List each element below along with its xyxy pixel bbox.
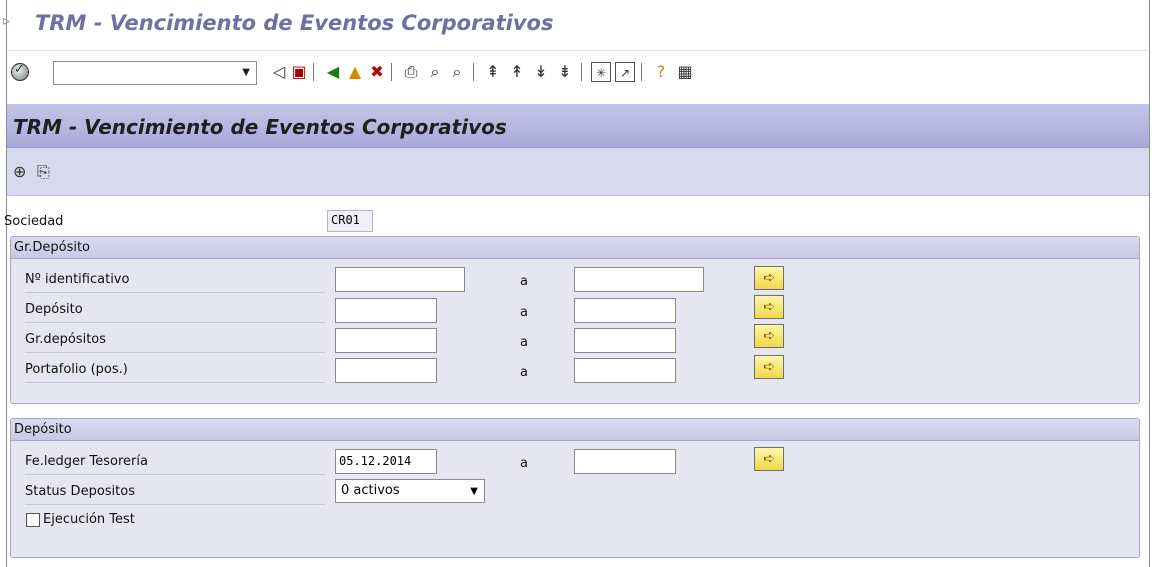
exit-icon[interactable]: ▲	[345, 62, 365, 82]
application-toolbar: ⊕ ⎘	[7, 148, 1149, 196]
previous-page-icon[interactable]: ↟	[507, 62, 527, 82]
execute-clock-icon[interactable]: ⊕	[13, 162, 26, 181]
next-page-icon[interactable]: ↡	[531, 62, 551, 82]
multiple-selection-button[interactable]: ➪	[754, 266, 784, 290]
window-title: TRM - Vencimiento de Eventos Corporativo…	[35, 11, 554, 35]
status-depositos-select[interactable]: 0 activos ▼	[335, 479, 485, 503]
multiple-selection-button[interactable]: ➪	[754, 324, 784, 348]
ejecucion-test-label: Ejecución Test	[43, 512, 135, 527]
range-to-label: a	[520, 274, 528, 289]
row-underline	[25, 292, 325, 293]
toolbar-separator	[473, 63, 474, 81]
group-header: Depósito	[11, 419, 1139, 441]
portafolio-from-field[interactable]	[335, 358, 437, 383]
status-depositos-label: Status Depositos	[25, 484, 135, 499]
toolbar-separator	[581, 63, 582, 81]
status-depositos-value: 0 activos	[341, 483, 400, 498]
arrow-right-icon: ➪	[763, 270, 775, 286]
gr-depositos-to-field[interactable]	[574, 328, 676, 353]
first-page-icon[interactable]: ⇞	[483, 62, 503, 82]
range-to-label: a	[520, 305, 528, 320]
deposito-from-field[interactable]	[335, 298, 437, 323]
arrow-right-icon: ➪	[763, 359, 775, 375]
row-label: Nº identificativo	[25, 272, 130, 287]
menu-arrow-icon[interactable]: ▹	[3, 13, 17, 33]
fe-ledger-to-field[interactable]	[574, 449, 676, 474]
back-icon[interactable]: ◀	[323, 62, 343, 82]
sociedad-label: Sociedad	[4, 214, 64, 229]
row-underline	[25, 352, 325, 353]
row-underline	[25, 382, 325, 383]
group-title: Depósito	[14, 422, 72, 437]
row-underline	[25, 474, 325, 475]
window-title-bar: ▹ TRM - Vencimiento de Eventos Corporati…	[3, 0, 1149, 50]
sociedad-field[interactable]: CR01	[327, 210, 373, 232]
deposito-to-field[interactable]	[574, 298, 676, 323]
find-icon[interactable]: ⌕	[425, 62, 445, 82]
ejecucion-test-checkbox[interactable]	[26, 513, 40, 527]
screen-header: TRM - Vencimiento de Eventos Corporativo…	[7, 104, 1149, 148]
find-next-icon[interactable]: ⌕	[447, 62, 467, 82]
group-title: Gr.Depósito	[14, 240, 91, 255]
save-icon[interactable]: ▣	[289, 62, 309, 82]
row-label: Portafolio (pos.)	[25, 362, 128, 377]
print-icon[interactable]: ⎙	[401, 62, 421, 82]
help-icon[interactable]: ?	[651, 62, 671, 82]
gr-depositos-from-field[interactable]	[335, 328, 437, 353]
range-to-label: a	[520, 335, 528, 350]
cancel-icon[interactable]: ✖	[367, 62, 387, 82]
group-gr-deposito: Gr.Depósito Nº identificativo a ➪ Depósi…	[10, 236, 1140, 404]
arrow-right-icon: ➪	[763, 451, 775, 467]
group-header: Gr.Depósito	[11, 237, 1139, 259]
shortcut-icon[interactable]: ↗	[615, 62, 635, 82]
identificativo-from-field[interactable]	[335, 267, 465, 292]
fe-ledger-from-field[interactable]: 05.12.2014	[335, 449, 437, 474]
selection-screen: Sociedad CR01 Gr.Depósito Nº identificat…	[4, 196, 1149, 567]
system-toolbar: ▼ ◁ ▣ ◀ ▲ ✖ ⎙ ⌕ ⌕ ⇞ ↟ ↡ ⇟ ✳ ↗ ? ▦	[7, 50, 1149, 94]
new-session-icon[interactable]: ✳	[591, 62, 611, 82]
range-to-label: a	[520, 365, 528, 380]
fe-ledger-label: Fe.ledger Tesorería	[25, 454, 148, 469]
multiple-selection-button[interactable]: ➪	[754, 447, 784, 471]
get-variant-icon[interactable]: ⎘	[37, 162, 50, 182]
row-label: Gr.depósitos	[25, 332, 107, 347]
toolbar-separator	[641, 63, 642, 81]
range-to-label: a	[520, 456, 528, 471]
screen-title: TRM - Vencimiento de Eventos Corporativo…	[13, 115, 507, 139]
group-deposito: Depósito Fe.ledger Tesorería 05.12.2014 …	[10, 418, 1140, 558]
identificativo-to-field[interactable]	[574, 267, 704, 292]
arrow-right-icon: ➪	[763, 328, 775, 344]
multiple-selection-button[interactable]: ➪	[754, 295, 784, 319]
arrow-right-icon: ➪	[763, 299, 775, 315]
last-page-icon[interactable]: ⇟	[555, 62, 575, 82]
chevron-down-icon[interactable]: ▼	[470, 486, 478, 497]
chevron-down-icon[interactable]: ▼	[242, 67, 250, 78]
enter-check-icon[interactable]	[11, 62, 29, 81]
row-underline	[25, 322, 325, 323]
collapse-arrow-icon[interactable]: ◁	[269, 62, 289, 82]
command-field[interactable]: ▼	[53, 61, 257, 85]
portafolio-to-field[interactable]	[574, 358, 676, 383]
row-label: Depósito	[25, 302, 83, 317]
multiple-selection-button[interactable]: ➪	[754, 355, 784, 379]
toolbar-separator	[391, 63, 392, 81]
toolbar-separator	[313, 63, 314, 81]
layout-settings-icon[interactable]: ▦	[675, 62, 695, 82]
row-underline	[25, 504, 325, 505]
sap-window: ▹ TRM - Vencimiento de Eventos Corporati…	[3, 0, 1150, 567]
